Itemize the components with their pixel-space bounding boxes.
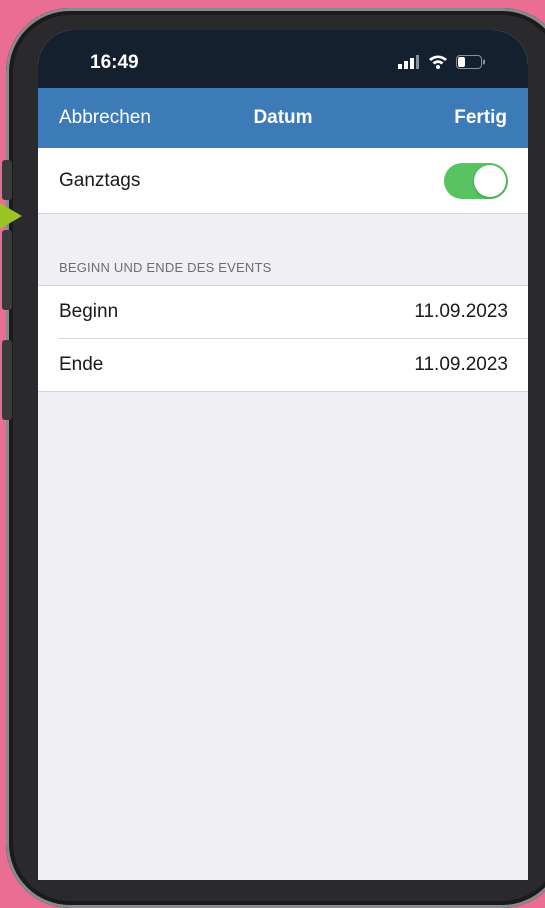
start-label: Beginn — [59, 301, 119, 322]
end-row[interactable]: Ende 11.09.2023 — [38, 339, 528, 391]
allday-label: Ganztags — [59, 169, 141, 191]
start-value: 11.09.2023 — [414, 301, 508, 322]
toggle-knob — [474, 164, 506, 197]
allday-row: Ganztags — [38, 148, 528, 214]
status-icons — [398, 54, 486, 69]
status-bar: 16:49 — [38, 30, 528, 88]
end-label: Ende — [59, 354, 104, 375]
navigation-bar: Abbrechen Datum Fertig — [38, 88, 528, 148]
event-dates-group: Beginn 11.09.2023 Ende 11.09.2023 — [38, 285, 528, 392]
volume-down-button — [2, 340, 12, 420]
end-value: 11.09.2023 — [414, 354, 508, 375]
section-header: BEGINN UND ENDE DES EVENTS — [59, 260, 272, 275]
start-row[interactable]: Beginn 11.09.2023 — [38, 286, 528, 338]
wifi-icon — [429, 55, 447, 69]
done-button[interactable]: Fertig — [454, 107, 507, 129]
screen: 16:49 Abbrechen Datum Fertig Ganztags BE… — [38, 30, 528, 880]
battery-icon — [456, 54, 485, 69]
status-time: 16:49 — [90, 52, 139, 73]
cellular-signal-icon — [398, 54, 419, 69]
allday-toggle[interactable] — [444, 162, 508, 199]
arrow-icon — [0, 188, 26, 244]
